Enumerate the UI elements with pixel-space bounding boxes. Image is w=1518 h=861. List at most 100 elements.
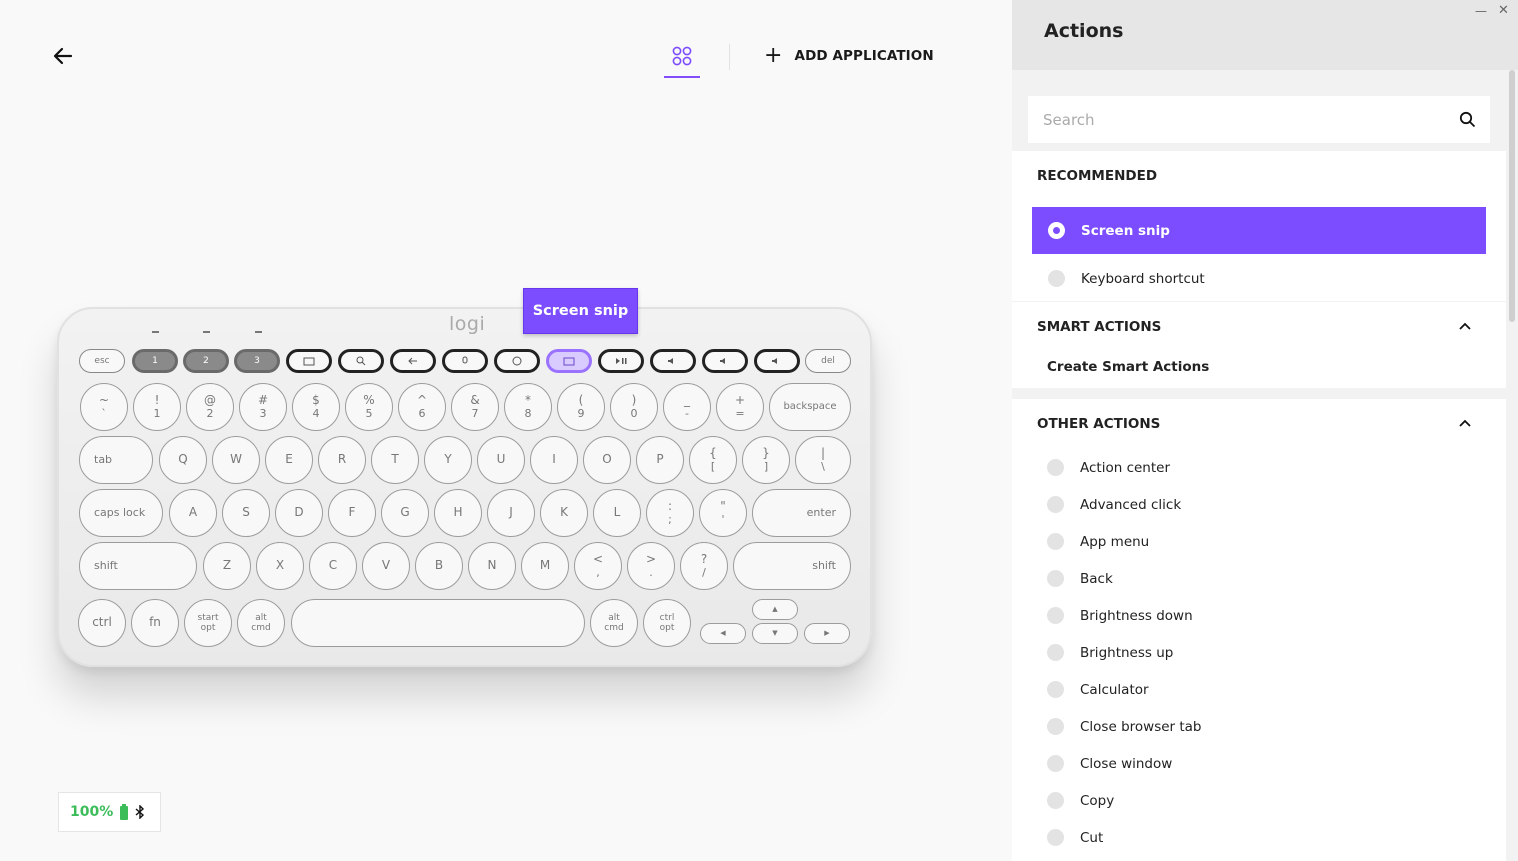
action-item[interactable]: Brightness up	[1047, 634, 1173, 671]
key-alt-cmd-right[interactable]: alt cmd	[590, 599, 638, 647]
key-5[interactable]: % 5	[345, 383, 393, 431]
key-f10-play-pause[interactable]	[598, 349, 644, 373]
option-screen-snip[interactable]: Screen snip	[1032, 207, 1486, 254]
key-caps-lock[interactable]: caps lock	[79, 489, 163, 537]
key-f5-search[interactable]	[338, 349, 384, 373]
key-9[interactable]: (9	[557, 383, 605, 431]
key-alt-cmd-left[interactable]: alt cmd	[237, 599, 285, 647]
key-backspace[interactable]: backspace	[769, 383, 851, 431]
key-b[interactable]: B	[415, 542, 463, 590]
action-item[interactable]: Cut	[1047, 819, 1103, 856]
search-icon[interactable]	[1459, 111, 1476, 128]
key-1[interactable]: ! 1	[133, 383, 181, 431]
key-2[interactable]: @2	[186, 383, 234, 431]
key-ctrl-opt-right[interactable]: ctrl opt	[643, 599, 691, 647]
key-f9-screen-snip[interactable]	[546, 349, 592, 373]
key-t[interactable]: T	[371, 436, 419, 484]
key-start-opt[interactable]: start opt	[184, 599, 232, 647]
key-v[interactable]: V	[362, 542, 410, 590]
add-application-button[interactable]: + ADD APPLICATION	[764, 44, 934, 68]
key-quote[interactable]: " '	[699, 489, 747, 537]
key-u[interactable]: U	[477, 436, 525, 484]
key-arrow-down[interactable]: ▼	[752, 623, 798, 644]
key-7[interactable]: & 7	[451, 383, 499, 431]
key-q[interactable]: Q	[159, 436, 207, 484]
key-f8-emoji[interactable]	[494, 349, 540, 373]
key-period[interactable]: >.	[627, 542, 675, 590]
key-volume-up[interactable]	[754, 349, 800, 373]
key-a[interactable]: A	[169, 489, 217, 537]
action-item[interactable]: Close window	[1047, 745, 1172, 782]
key-e[interactable]: E	[265, 436, 313, 484]
key-fn[interactable]: fn	[131, 599, 179, 647]
key-minus[interactable]: _ -	[663, 383, 711, 431]
key-comma[interactable]: <,	[574, 542, 622, 590]
key-d[interactable]: D	[275, 489, 323, 537]
key-h[interactable]: H	[434, 489, 482, 537]
key-r[interactable]: R	[318, 436, 366, 484]
key-j[interactable]: J	[487, 489, 535, 537]
assignment-callout[interactable]: Screen snip	[523, 288, 638, 334]
key-s[interactable]: S	[222, 489, 270, 537]
key-channel-2[interactable]: 2	[183, 349, 229, 373]
key-6[interactable]: ^ 6	[398, 383, 446, 431]
key-tab[interactable]: tab	[79, 436, 153, 484]
chevron-up-icon[interactable]	[1458, 321, 1472, 331]
key-arrow-up[interactable]: ▲	[752, 599, 798, 620]
key-f[interactable]: F	[328, 489, 376, 537]
key-4[interactable]: $4	[292, 383, 340, 431]
key-left-bracket[interactable]: {[	[689, 436, 737, 484]
option-keyboard-shortcut[interactable]: Keyboard shortcut	[1032, 255, 1486, 302]
chevron-up-icon[interactable]	[1458, 418, 1472, 428]
key-m[interactable]: M	[521, 542, 569, 590]
key-g[interactable]: G	[381, 489, 429, 537]
back-arrow-icon[interactable]	[50, 44, 76, 68]
key-arrow-left[interactable]: ◀	[700, 623, 746, 644]
key-p[interactable]: P	[636, 436, 684, 484]
key-equals[interactable]: + =	[716, 383, 764, 431]
key-arrow-right[interactable]: ▶	[804, 623, 850, 644]
key-ctrl-left[interactable]: ctrl	[78, 599, 126, 647]
key-backslash[interactable]: | \	[795, 436, 851, 484]
action-item[interactable]: Copy	[1047, 782, 1114, 819]
key-backtick[interactable]: ~ `	[80, 383, 128, 431]
key-k[interactable]: K	[540, 489, 588, 537]
key-w[interactable]: W	[212, 436, 260, 484]
key-y[interactable]: Y	[424, 436, 472, 484]
key-f12-volume-down[interactable]	[702, 349, 748, 373]
key-f11-mute[interactable]	[650, 349, 696, 373]
action-item[interactable]: Calculator	[1047, 671, 1149, 708]
action-item[interactable]: Action center	[1047, 449, 1170, 486]
key-semicolon[interactable]: :;	[646, 489, 694, 537]
key-f6-back[interactable]	[390, 349, 436, 373]
key-3[interactable]: #3	[239, 383, 287, 431]
action-item[interactable]: App menu	[1047, 523, 1149, 560]
key-enter[interactable]: enter	[752, 489, 851, 537]
action-item[interactable]: Brightness down	[1047, 597, 1193, 634]
close-icon[interactable]: ✕	[1498, 3, 1509, 18]
action-item[interactable]: Close browser tab	[1047, 708, 1202, 745]
key-i[interactable]: I	[530, 436, 578, 484]
panel-scrollbar[interactable]	[1509, 70, 1515, 322]
search-input[interactable]	[1043, 110, 1443, 129]
key-right-bracket[interactable]: }]	[742, 436, 790, 484]
action-item[interactable]: Advanced click	[1047, 486, 1181, 523]
key-channel-3[interactable]: 3	[234, 349, 280, 373]
minimize-icon[interactable]: —	[1475, 4, 1487, 18]
key-del[interactable]: del	[805, 349, 851, 373]
key-f4-show-desktop[interactable]	[286, 349, 332, 373]
key-channel-1[interactable]: 1	[132, 349, 178, 373]
key-o[interactable]: O	[583, 436, 631, 484]
key-n[interactable]: N	[468, 542, 516, 590]
create-smart-actions-link[interactable]: Create Smart Actions	[1047, 359, 1209, 375]
key-c[interactable]: C	[309, 542, 357, 590]
key-shift-right[interactable]: shift	[733, 542, 851, 590]
key-f7-dictation[interactable]	[442, 349, 488, 373]
key-slash[interactable]: ? /	[680, 542, 728, 590]
key-shift-left[interactable]: shift	[79, 542, 197, 590]
key-x[interactable]: X	[256, 542, 304, 590]
key-esc[interactable]: esc	[79, 349, 125, 373]
key-z[interactable]: Z	[203, 542, 251, 590]
key-8[interactable]: * 8	[504, 383, 552, 431]
key-l[interactable]: L	[593, 489, 641, 537]
